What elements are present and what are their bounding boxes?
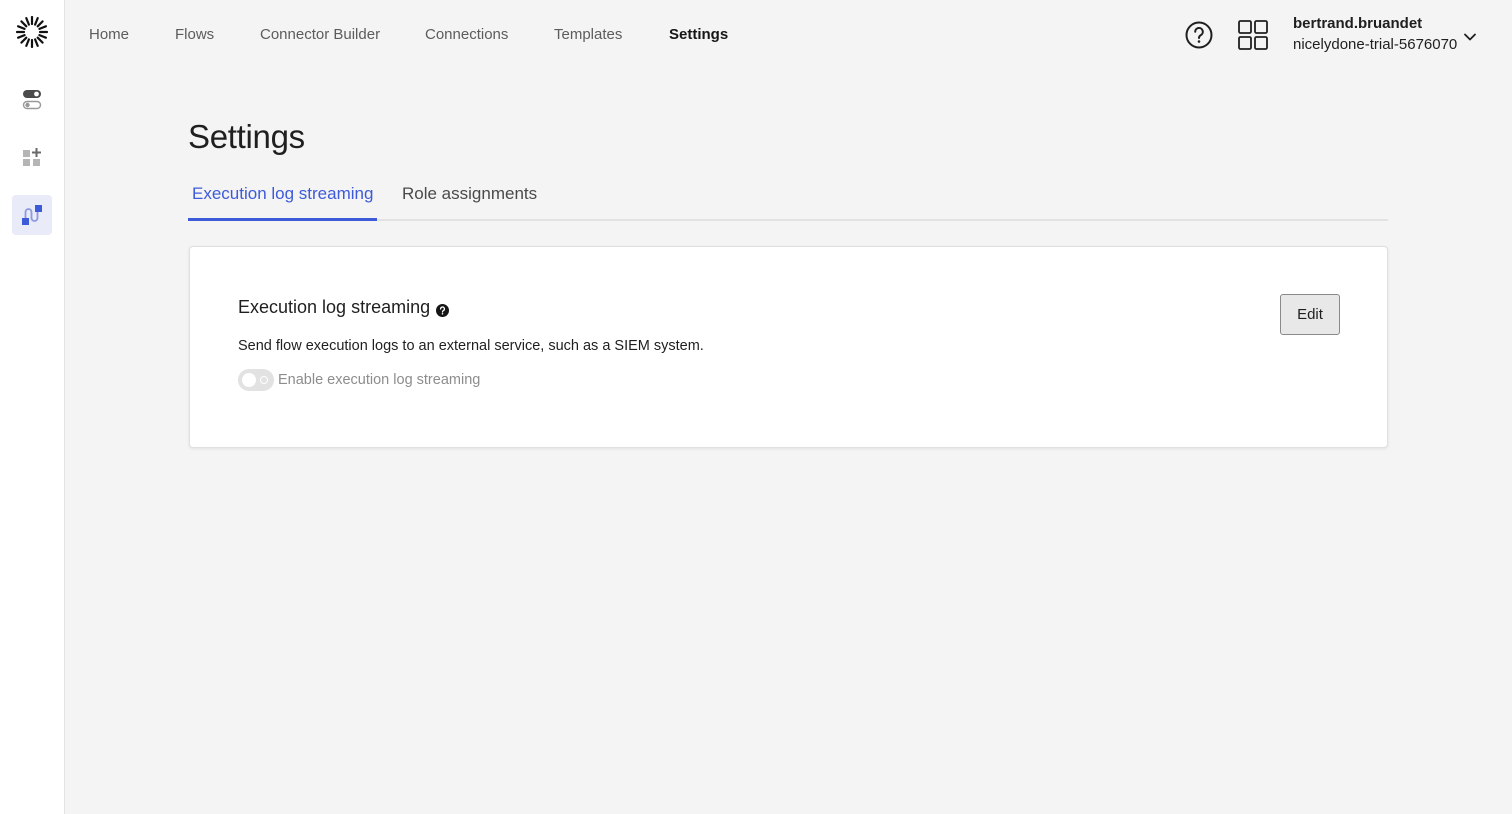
sidebar-toggles-button[interactable] — [12, 80, 52, 120]
help-icon[interactable] — [1184, 20, 1214, 50]
nav-home[interactable]: Home — [89, 26, 129, 43]
nav-settings[interactable]: Settings — [669, 26, 728, 43]
enable-streaming-row: Enable execution log streaming — [238, 369, 480, 391]
account-username: bertrand.bruandet — [1293, 15, 1423, 32]
toggles-icon — [22, 90, 42, 110]
chevron-down-icon[interactable] — [1463, 29, 1477, 41]
sidebar-integration-button[interactable] — [12, 195, 52, 235]
tab-execution-log-streaming[interactable]: Execution log streaming — [188, 170, 378, 221]
app-root: Home Flows Connector Builder Connections… — [0, 0, 1512, 814]
card-description: Send flow execution logs to an external … — [238, 338, 704, 354]
add-apps-icon — [23, 148, 41, 166]
enable-streaming-toggle[interactable] — [238, 369, 274, 391]
account-tenant: nicelydone-trial-5676070 — [1293, 36, 1458, 53]
page-title: Settings — [188, 118, 305, 155]
info-icon[interactable] — [436, 301, 450, 317]
left-rail — [0, 0, 65, 814]
app-switcher-icon[interactable] — [1237, 19, 1269, 51]
nav-flows[interactable]: Flows — [175, 26, 214, 43]
card-title: Execution log streaming — [238, 297, 431, 317]
toggle-knob — [242, 373, 256, 387]
execution-log-streaming-card: Execution log streaming Send flow execut… — [189, 246, 1388, 448]
sidebar-apps-button[interactable] — [12, 137, 52, 177]
card-title-row: Execution log streaming — [238, 297, 450, 318]
nav-connector-builder[interactable]: Connector Builder — [260, 26, 380, 43]
enable-streaming-label: Enable execution log streaming — [278, 372, 481, 388]
toggle-off-indicator — [260, 376, 268, 384]
settings-tabs: Execution log streaming Role assignments — [188, 170, 1388, 221]
edit-button[interactable]: Edit — [1280, 294, 1340, 335]
nav-templates[interactable]: Templates — [554, 26, 622, 43]
nav-connections[interactable]: Connections — [425, 26, 508, 43]
account-menu[interactable]: bertrand.bruandet nicelydone-trial-56760… — [1293, 15, 1457, 53]
logo-icon[interactable] — [15, 15, 49, 49]
tab-role-assignments[interactable]: Role assignments — [398, 170, 541, 221]
integration-icon — [22, 205, 42, 225]
